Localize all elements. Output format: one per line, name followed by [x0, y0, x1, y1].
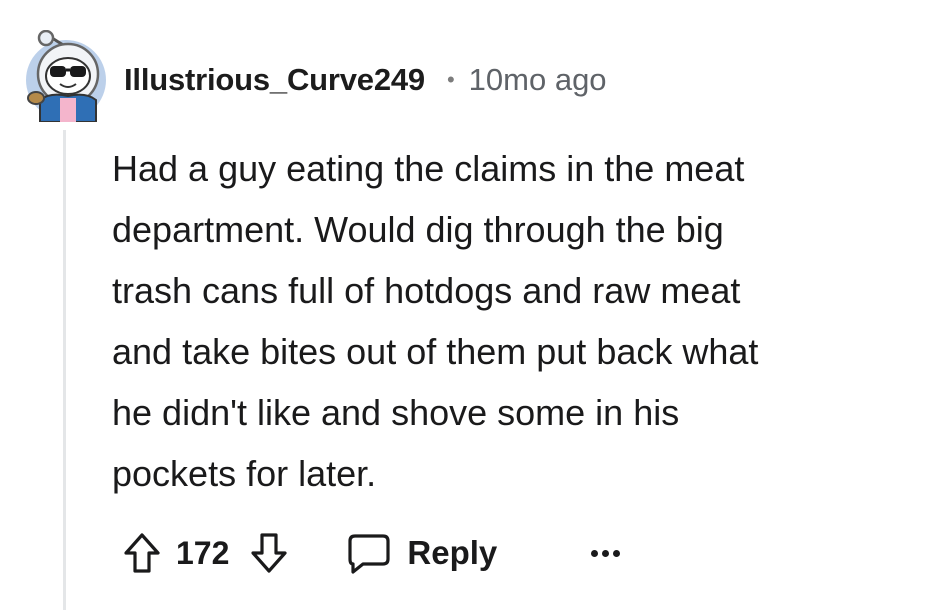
- downvote-button[interactable]: [249, 531, 289, 575]
- reply-label: Reply: [407, 534, 498, 571]
- upvote-button[interactable]: [122, 531, 162, 575]
- comment-actions: 172 Reply: [122, 525, 622, 581]
- comment-text-line: and take bites out of them put back what: [112, 331, 759, 372]
- arrow-up-icon: [124, 533, 160, 573]
- comment-text-line: trash cans full of hotdogs and raw meat: [112, 270, 741, 311]
- more-options-button[interactable]: [589, 549, 622, 557]
- timestamp[interactable]: 10mo ago: [469, 62, 607, 98]
- comment-text-line: department. Would dig through the big: [112, 209, 724, 250]
- more-options-icon: [591, 549, 599, 557]
- comment-text-line: Had a guy eating the claims in the meat: [112, 148, 745, 189]
- comment-body: Had a guy eating the claims in the meat …: [112, 138, 932, 504]
- comment-text-line: he didn't like and shove some in his: [112, 392, 680, 433]
- comment-text-line: pockets for later.: [112, 453, 377, 494]
- speech-bubble-icon: [348, 534, 390, 574]
- comment-card: Illustrious_Curve249 • 10mo ago Had a gu…: [0, 0, 952, 610]
- meta-separator: •: [446, 67, 455, 92]
- snoo-avatar-icon: [26, 29, 106, 123]
- arrow-down-icon: [251, 533, 287, 573]
- user-avatar[interactable]: [22, 29, 110, 123]
- vote-score: 172: [176, 534, 230, 571]
- reply-button[interactable]: Reply: [347, 532, 497, 574]
- comment-meta: Illustrious_Curve249 • 10mo ago: [124, 60, 607, 100]
- username-link[interactable]: Illustrious_Curve249: [124, 62, 425, 98]
- thread-line[interactable]: [63, 130, 66, 610]
